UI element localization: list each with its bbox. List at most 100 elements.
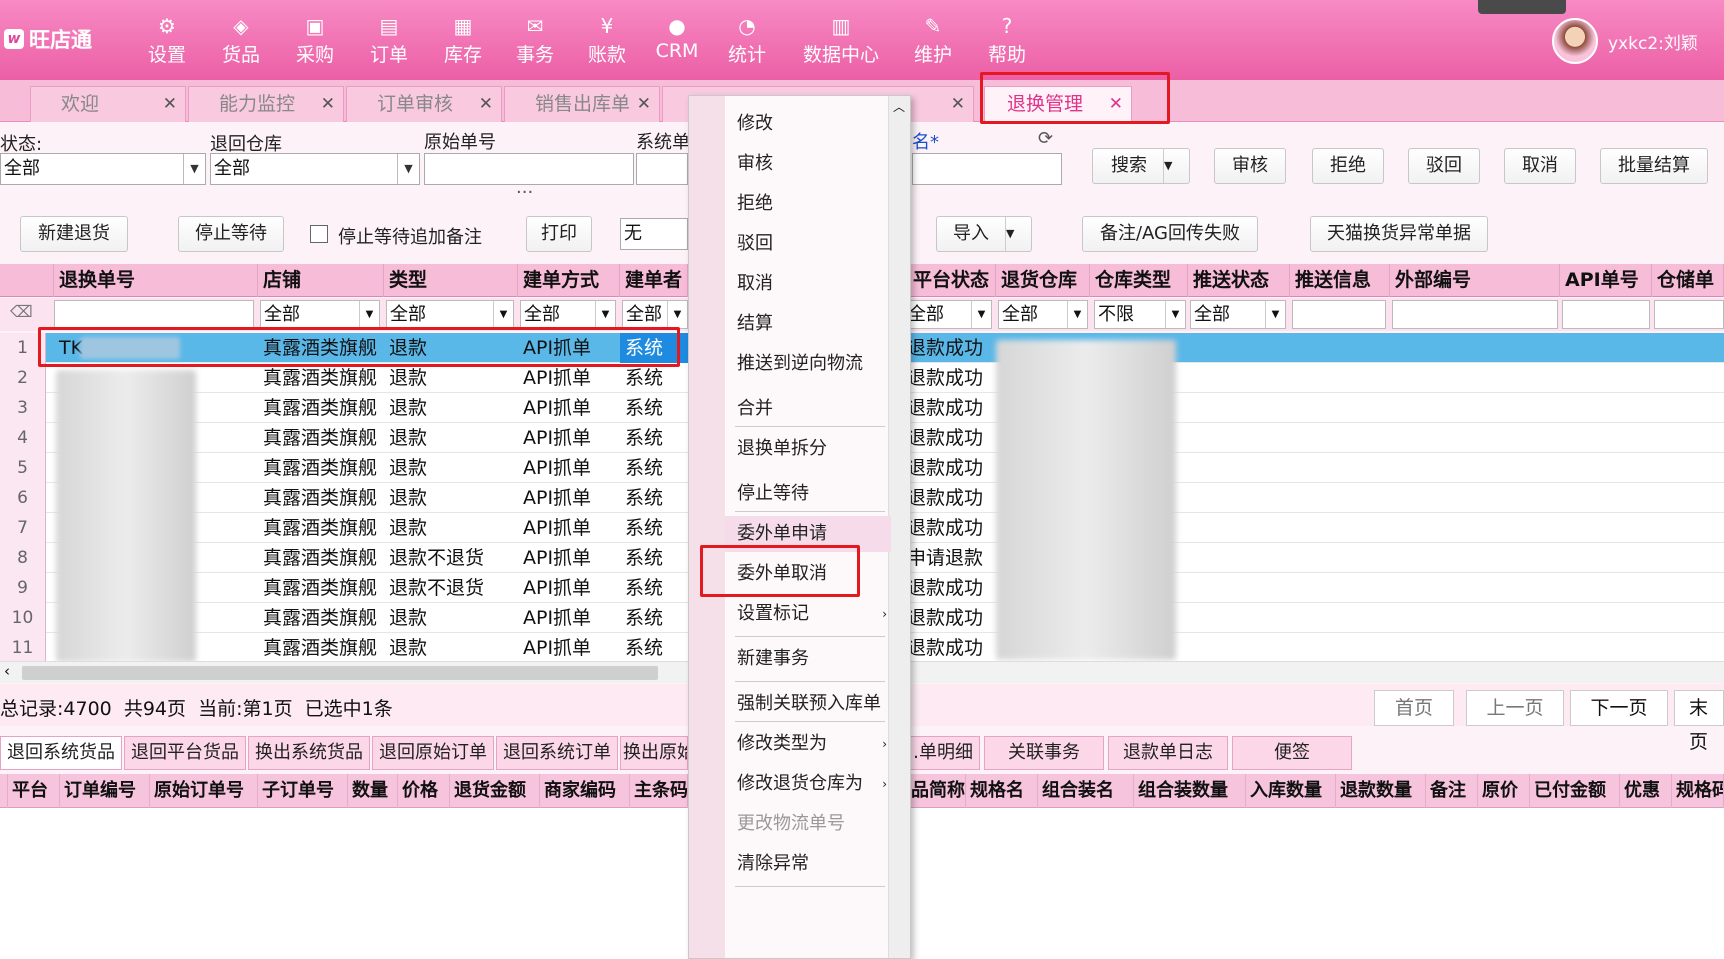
next-page-button[interactable]: 下一页 (1570, 690, 1668, 726)
scroll-left-icon[interactable]: ‹ (4, 662, 10, 680)
detail-col-qty[interactable]: 数量 (348, 774, 398, 808)
detail-col-spec-name[interactable]: 规格名 (966, 774, 1038, 808)
note-ag-failed-button[interactable]: 备注/AG回传失败 (1082, 216, 1258, 252)
name-input[interactable] (912, 153, 1062, 185)
new-return-button[interactable]: 新建退货 (20, 216, 128, 252)
menu-item-cancel[interactable]: 取消 (725, 266, 891, 302)
filter-order-no[interactable] (54, 300, 254, 329)
menu-item-change-warehouse[interactable]: 修改退货仓库为 › (725, 766, 891, 802)
menu-crm[interactable]: ● CRM (642, 12, 712, 72)
menu-goods[interactable]: ◈ 货品 (206, 12, 276, 72)
tab-refund-log[interactable]: 退款单日志 (1108, 736, 1228, 770)
col-header-warehouse-type[interactable]: 仓库类型 (1090, 264, 1188, 297)
tab-detail[interactable]: …单明细 (900, 736, 980, 770)
col-header-push-info[interactable]: 推送信息 (1290, 264, 1390, 297)
scroll-up-icon[interactable]: ︿ (893, 98, 905, 115)
col-header-external-no[interactable]: 外部编号 (1390, 264, 1560, 297)
clear-icon[interactable]: ⟳ (1038, 128, 1053, 149)
orig-no-input[interactable] (424, 153, 634, 185)
menu-inventory[interactable]: ▦ 库存 (428, 12, 498, 72)
filter-creator[interactable]: 全部 ▼ (622, 300, 688, 329)
col-header-api-no[interactable]: API单号 (1560, 264, 1652, 297)
col-header-return-warehouse[interactable]: 退货仓库 (996, 264, 1090, 297)
window-controls[interactable] (1478, 0, 1566, 14)
menu-item-new-affair[interactable]: 新建事务 (725, 641, 891, 677)
filter-external-no[interactable] (1392, 300, 1558, 329)
detail-col-orig-price[interactable]: 原价 (1478, 774, 1530, 808)
menu-item-merge[interactable]: 合并 (725, 391, 891, 427)
menu-item-review[interactable]: 审核 (725, 146, 891, 182)
menu-help[interactable]: ? 帮助 (972, 12, 1042, 72)
cancel-button[interactable]: 取消 (1504, 148, 1576, 184)
menu-maintenance[interactable]: ✎ 维护 (898, 12, 968, 72)
status-select[interactable]: 全部 ▼ (0, 153, 206, 185)
return-button[interactable]: 驳回 (1408, 148, 1480, 184)
close-icon[interactable]: ✕ (479, 87, 493, 121)
col-header-platform-status[interactable]: 平台状态 (902, 264, 996, 297)
stop-wait-note-checkbox[interactable] (310, 225, 328, 243)
tab-welcome[interactable]: 欢迎 ✕ (30, 86, 186, 122)
detail-col-barcode[interactable]: 主条码 (630, 774, 688, 808)
tab-notes[interactable]: 便签 (1232, 736, 1352, 770)
close-icon[interactable]: ✕ (321, 87, 335, 121)
user-info[interactable]: yxkc2:刘颖 (1552, 18, 1698, 64)
col-header-push-status[interactable]: 推送状态 (1188, 264, 1290, 297)
close-icon[interactable]: ✕ (1109, 87, 1123, 121)
col-header-storage[interactable]: 仓储单 (1652, 264, 1724, 297)
menu-item-reject[interactable]: 拒绝 (725, 186, 891, 222)
print-template-select[interactable]: 无 (620, 218, 688, 250)
detail-col-combo-name[interactable]: 组合装名 (1038, 774, 1134, 808)
detail-col-discount[interactable]: 优惠 (1620, 774, 1672, 808)
filter-push-status[interactable]: 全部 ▼ (1190, 300, 1286, 329)
filter-api-no[interactable] (1562, 300, 1650, 329)
menu-item-outsource-apply[interactable]: 委外单申请 (725, 516, 891, 552)
menu-accounts[interactable]: ¥ 账款 (572, 12, 642, 72)
col-header-shop[interactable]: 店铺 (258, 264, 384, 297)
close-icon[interactable]: ✕ (637, 87, 651, 121)
filter-shop[interactable]: 全部 ▼ (260, 300, 380, 329)
reject-button[interactable]: 拒绝 (1312, 148, 1384, 184)
tab-return-platform-goods[interactable]: 退回平台货品 (124, 736, 246, 770)
chevron-down-icon[interactable]: ▼ (1163, 149, 1189, 183)
filter-return-warehouse[interactable]: 全部 ▼ (998, 300, 1088, 329)
sys-no-input[interactable] (636, 153, 688, 185)
first-page-button[interactable]: 首页 (1374, 690, 1454, 726)
expand-more-icon[interactable]: ··· (516, 182, 533, 203)
detail-col-platform[interactable]: 平台 (8, 774, 60, 808)
filter-platform[interactable]: 全部 ▼ (904, 300, 992, 329)
menu-item-change-tracking-no[interactable]: 更改物流单号 (725, 806, 891, 842)
detail-col-sub-order[interactable]: 子订单号 (258, 774, 348, 808)
menu-item-change-type[interactable]: 修改类型为 › (725, 726, 891, 762)
tab-return-sys-goods[interactable]: 退回系统货品 (0, 736, 122, 770)
close-icon[interactable]: ✕ (163, 87, 177, 121)
col-header-order-no[interactable]: 退换单号 (54, 264, 258, 297)
tab-sales-outbound[interactable]: 销售出库单 ✕ (504, 86, 660, 122)
tab-related-affairs[interactable]: 关联事务 (984, 736, 1104, 770)
menu-item-settle[interactable]: 结算 (725, 306, 891, 342)
menu-item-outsource-cancel[interactable]: 委外单取消 (725, 556, 891, 592)
detail-col-orig-order[interactable]: 原始订单号 (150, 774, 258, 808)
menu-item-clear-exception[interactable]: 清除异常 (725, 846, 891, 882)
detail-col-note[interactable]: 备注 (1426, 774, 1478, 808)
import-button[interactable]: 导入 ▼ (936, 216, 1032, 252)
menu-orders[interactable]: ▤ 订单 (354, 12, 424, 72)
stop-wait-button[interactable]: 停止等待 (178, 216, 284, 252)
filter-storage[interactable] (1654, 300, 1724, 329)
tab-return-orig-order[interactable]: 退回原始订单 (372, 736, 494, 770)
col-header-method[interactable]: 建单方式 (518, 264, 620, 297)
col-header-creator[interactable]: 建单者 (620, 264, 688, 297)
filter-warehouse-type[interactable]: 不限 ▼ (1094, 300, 1186, 329)
detail-col-refund-qty[interactable]: 退款数量 (1336, 774, 1426, 808)
detail-col-price[interactable]: 价格 (398, 774, 450, 808)
prev-page-button[interactable]: 上一页 (1466, 690, 1564, 726)
filter-type[interactable]: 全部 ▼ (386, 300, 514, 329)
tmall-exchange-button[interactable]: 天猫换货异常单据 (1310, 216, 1488, 252)
filter-push-info[interactable] (1292, 300, 1386, 329)
print-button[interactable]: 打印 (526, 216, 592, 252)
menu-affairs[interactable]: ✉ 事务 (500, 12, 570, 72)
menu-statistics[interactable]: ◔ 统计 (712, 12, 782, 72)
menu-item-edit[interactable]: 修改 (725, 106, 891, 142)
menu-scrollbar[interactable]: ︿ (888, 96, 910, 958)
menu-item-stop-wait[interactable]: 停止等待 (725, 476, 891, 512)
menu-item-return[interactable]: 驳回 (725, 226, 891, 262)
